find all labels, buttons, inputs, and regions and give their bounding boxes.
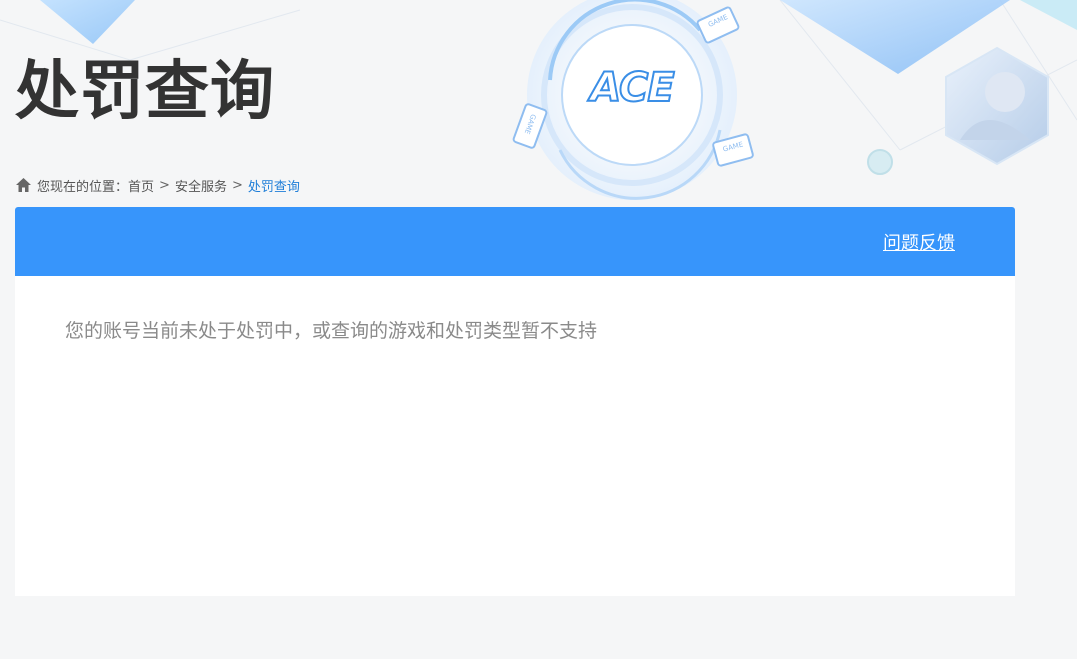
page-title: 处罚查询	[15, 55, 275, 129]
card-header: 问题反馈	[15, 207, 1015, 276]
ace-logo: ACE	[589, 64, 675, 112]
result-notice: 您的账号当前未处于处罚中，或查询的游戏和处罚类型暂不支持	[65, 320, 598, 342]
hero-banner: ACE GAME GAME GAME 处罚查询 您现在的位置： 首页 > 安全服…	[0, 0, 1077, 205]
breadcrumb-separator: >	[159, 177, 170, 193]
breadcrumb-current: 处罚查询	[247, 179, 300, 195]
result-card: 问题反馈 您的账号当前未处于处罚中，或查询的游戏和处罚类型暂不支持	[15, 207, 1015, 596]
breadcrumb: 您现在的位置： 首页 > 安全服务 > 处罚查询	[15, 175, 300, 195]
breadcrumb-separator: >	[231, 177, 243, 193]
home-icon	[15, 177, 32, 193]
breadcrumb-home-link[interactable]: 首页	[128, 176, 154, 195]
breadcrumb-prefix: 您现在的位置：	[37, 179, 129, 195]
feedback-link[interactable]: 问题反馈	[883, 229, 955, 255]
card-body: 您的账号当前未处于处罚中，或查询的游戏和处罚类型暂不支持	[15, 276, 1015, 386]
breadcrumb-security-link[interactable]: 安全服务	[175, 176, 227, 195]
